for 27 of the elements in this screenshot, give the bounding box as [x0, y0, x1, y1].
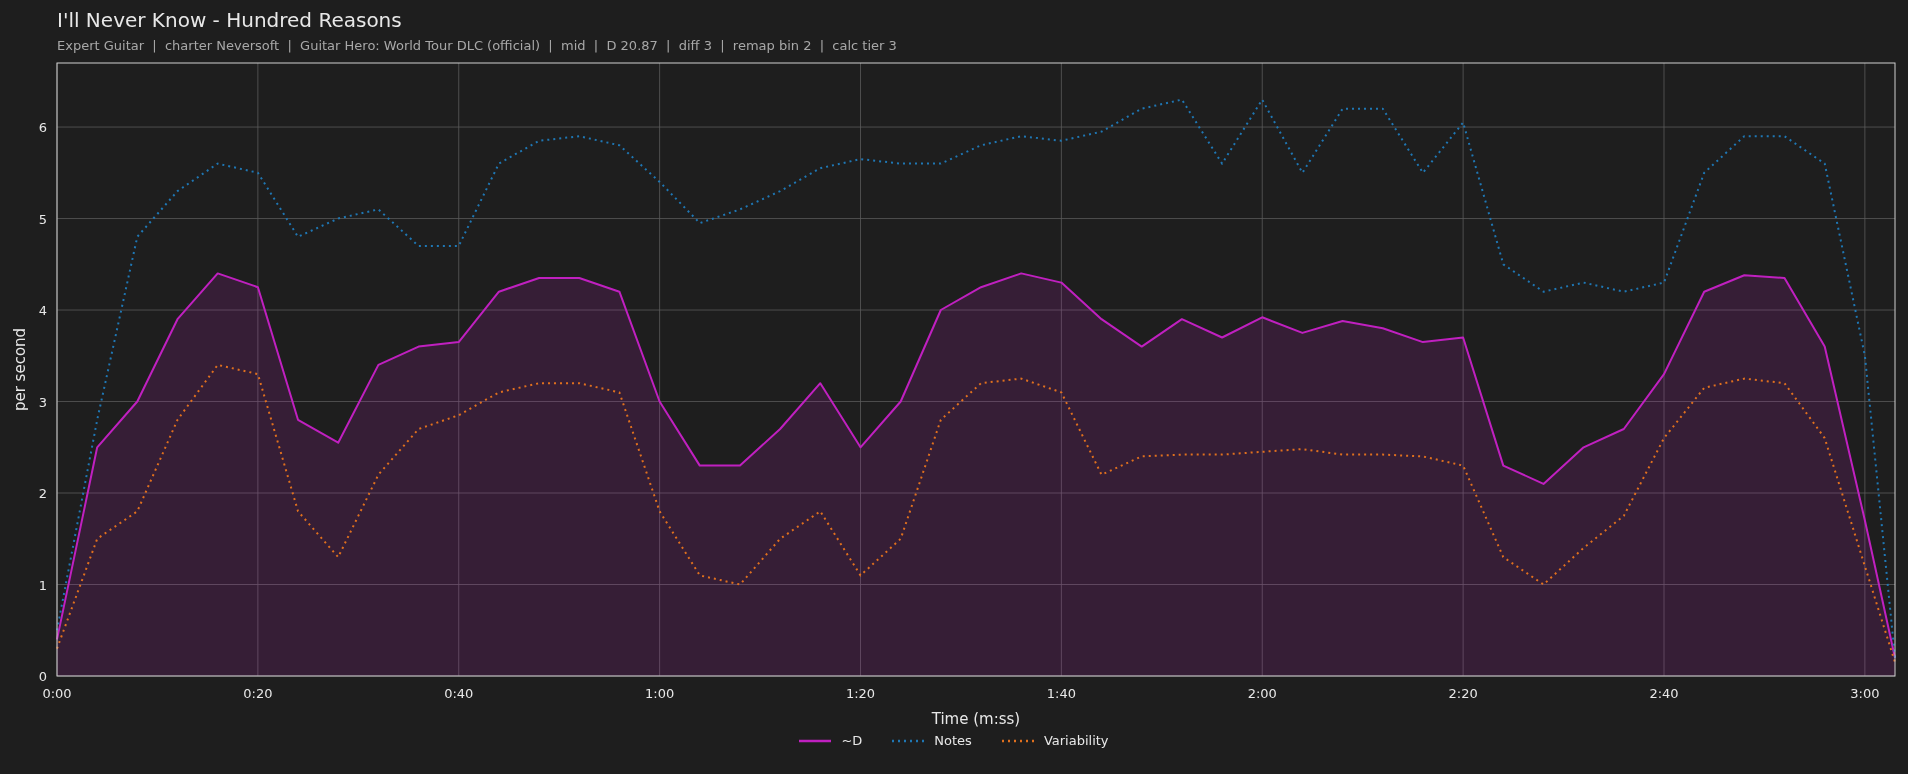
- tick-label: 3: [38, 394, 47, 410]
- tick-label: 3:00: [1850, 686, 1880, 701]
- tick-label: 2:00: [1247, 686, 1277, 701]
- legend-line-icon: [1001, 738, 1034, 743]
- legend-label: Notes: [934, 732, 972, 750]
- axis-label: per second: [11, 327, 29, 412]
- tick-label: 0: [38, 669, 47, 684]
- tick-label: 1:40: [1046, 686, 1076, 701]
- tick-label: 0:40: [444, 686, 474, 701]
- chart-title: I'll Never Know - Hundred Reasons: [57, 8, 402, 32]
- tick-label: 1: [38, 577, 47, 593]
- tick-label: 6: [38, 120, 47, 136]
- tick-label: 0:20: [243, 686, 273, 701]
- tick-label: 0:00: [42, 686, 72, 701]
- legend-line-icon: [799, 738, 832, 743]
- legend-label: Variability: [1043, 732, 1109, 750]
- tick-label: 1:20: [845, 686, 876, 701]
- chart-subtitle: Expert Guitar | charter Neversoft | Guitar Hero: World Tour DLC (official) | mid | D 20.87 | diff 3 | remap bin 2 | calc tier 3: [57, 38, 897, 54]
- tick-label: 2:20: [1448, 686, 1478, 701]
- legend-line-icon: [892, 738, 925, 743]
- tick-label: 2:40: [1649, 686, 1679, 701]
- tick-label: 5: [38, 211, 47, 227]
- tick-label: 4: [38, 303, 47, 319]
- tick-label: 1:00: [645, 686, 675, 701]
- axis-label: Time (m:ss): [931, 710, 1021, 728]
- legend-label: ~D: [841, 732, 863, 750]
- tick-label: 2: [38, 486, 47, 501]
